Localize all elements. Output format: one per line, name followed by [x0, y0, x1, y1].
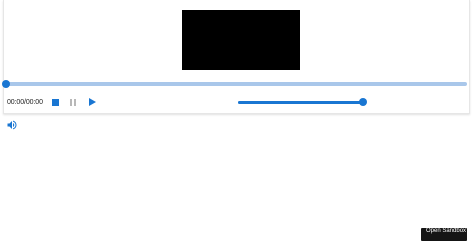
- pause-icon: [70, 98, 76, 106]
- volume-slider-level: [238, 101, 364, 104]
- volume-slider[interactable]: [238, 101, 364, 104]
- play-button[interactable]: [87, 97, 97, 107]
- volume-slider-thumb[interactable]: [359, 98, 367, 106]
- seek-bar-thumb[interactable]: [2, 80, 10, 88]
- stop-button[interactable]: [50, 97, 60, 107]
- pause-button[interactable]: [68, 97, 78, 107]
- page: 00:00/00:00 Open Sandbox: [0, 0, 474, 248]
- video-surface[interactable]: [182, 10, 300, 70]
- volume-up-icon: [7, 120, 17, 130]
- open-sandbox-button[interactable]: Open Sandbox: [421, 228, 467, 241]
- stop-icon: [51, 98, 59, 106]
- seek-bar[interactable]: [7, 82, 467, 86]
- time-display: 00:00/00:00: [7, 99, 43, 106]
- volume-button[interactable]: [6, 118, 18, 130]
- play-icon: [88, 98, 96, 106]
